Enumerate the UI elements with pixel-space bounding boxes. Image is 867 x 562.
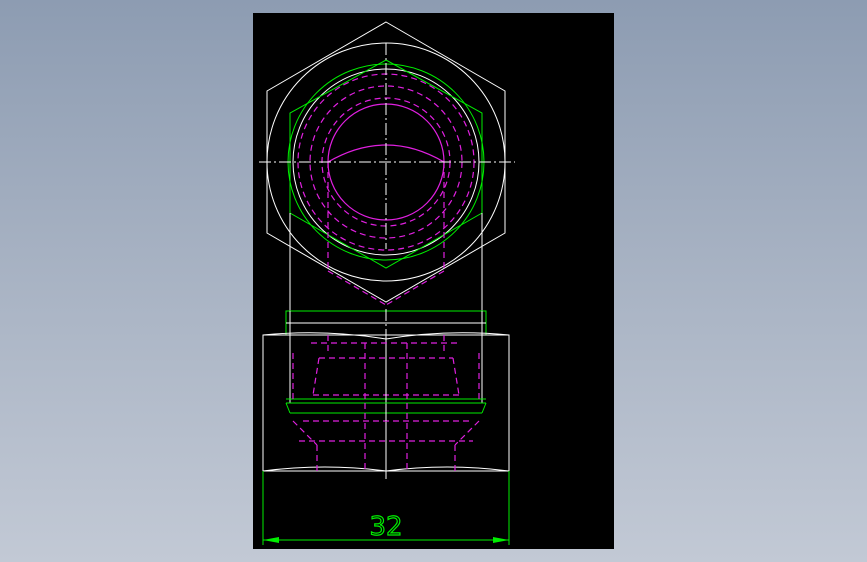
hidden-line [452, 357, 460, 396]
bottom-view [262, 309, 510, 479]
top-view [259, 21, 515, 311]
width-dimension: 32 [262, 471, 510, 545]
hidden-line [385, 270, 445, 306]
thread-line [285, 402, 291, 414]
arrow-right-icon [493, 537, 509, 543]
cad-drawing: 32 [259, 21, 515, 545]
hidden-line [327, 270, 387, 306]
thread-line [481, 402, 487, 414]
hidden-line [312, 357, 320, 396]
hidden-line [454, 420, 480, 446]
arrow-left-icon [263, 537, 279, 543]
drawing-viewport[interactable]: 32 [253, 13, 614, 549]
dimension-label: 32 [369, 512, 402, 542]
